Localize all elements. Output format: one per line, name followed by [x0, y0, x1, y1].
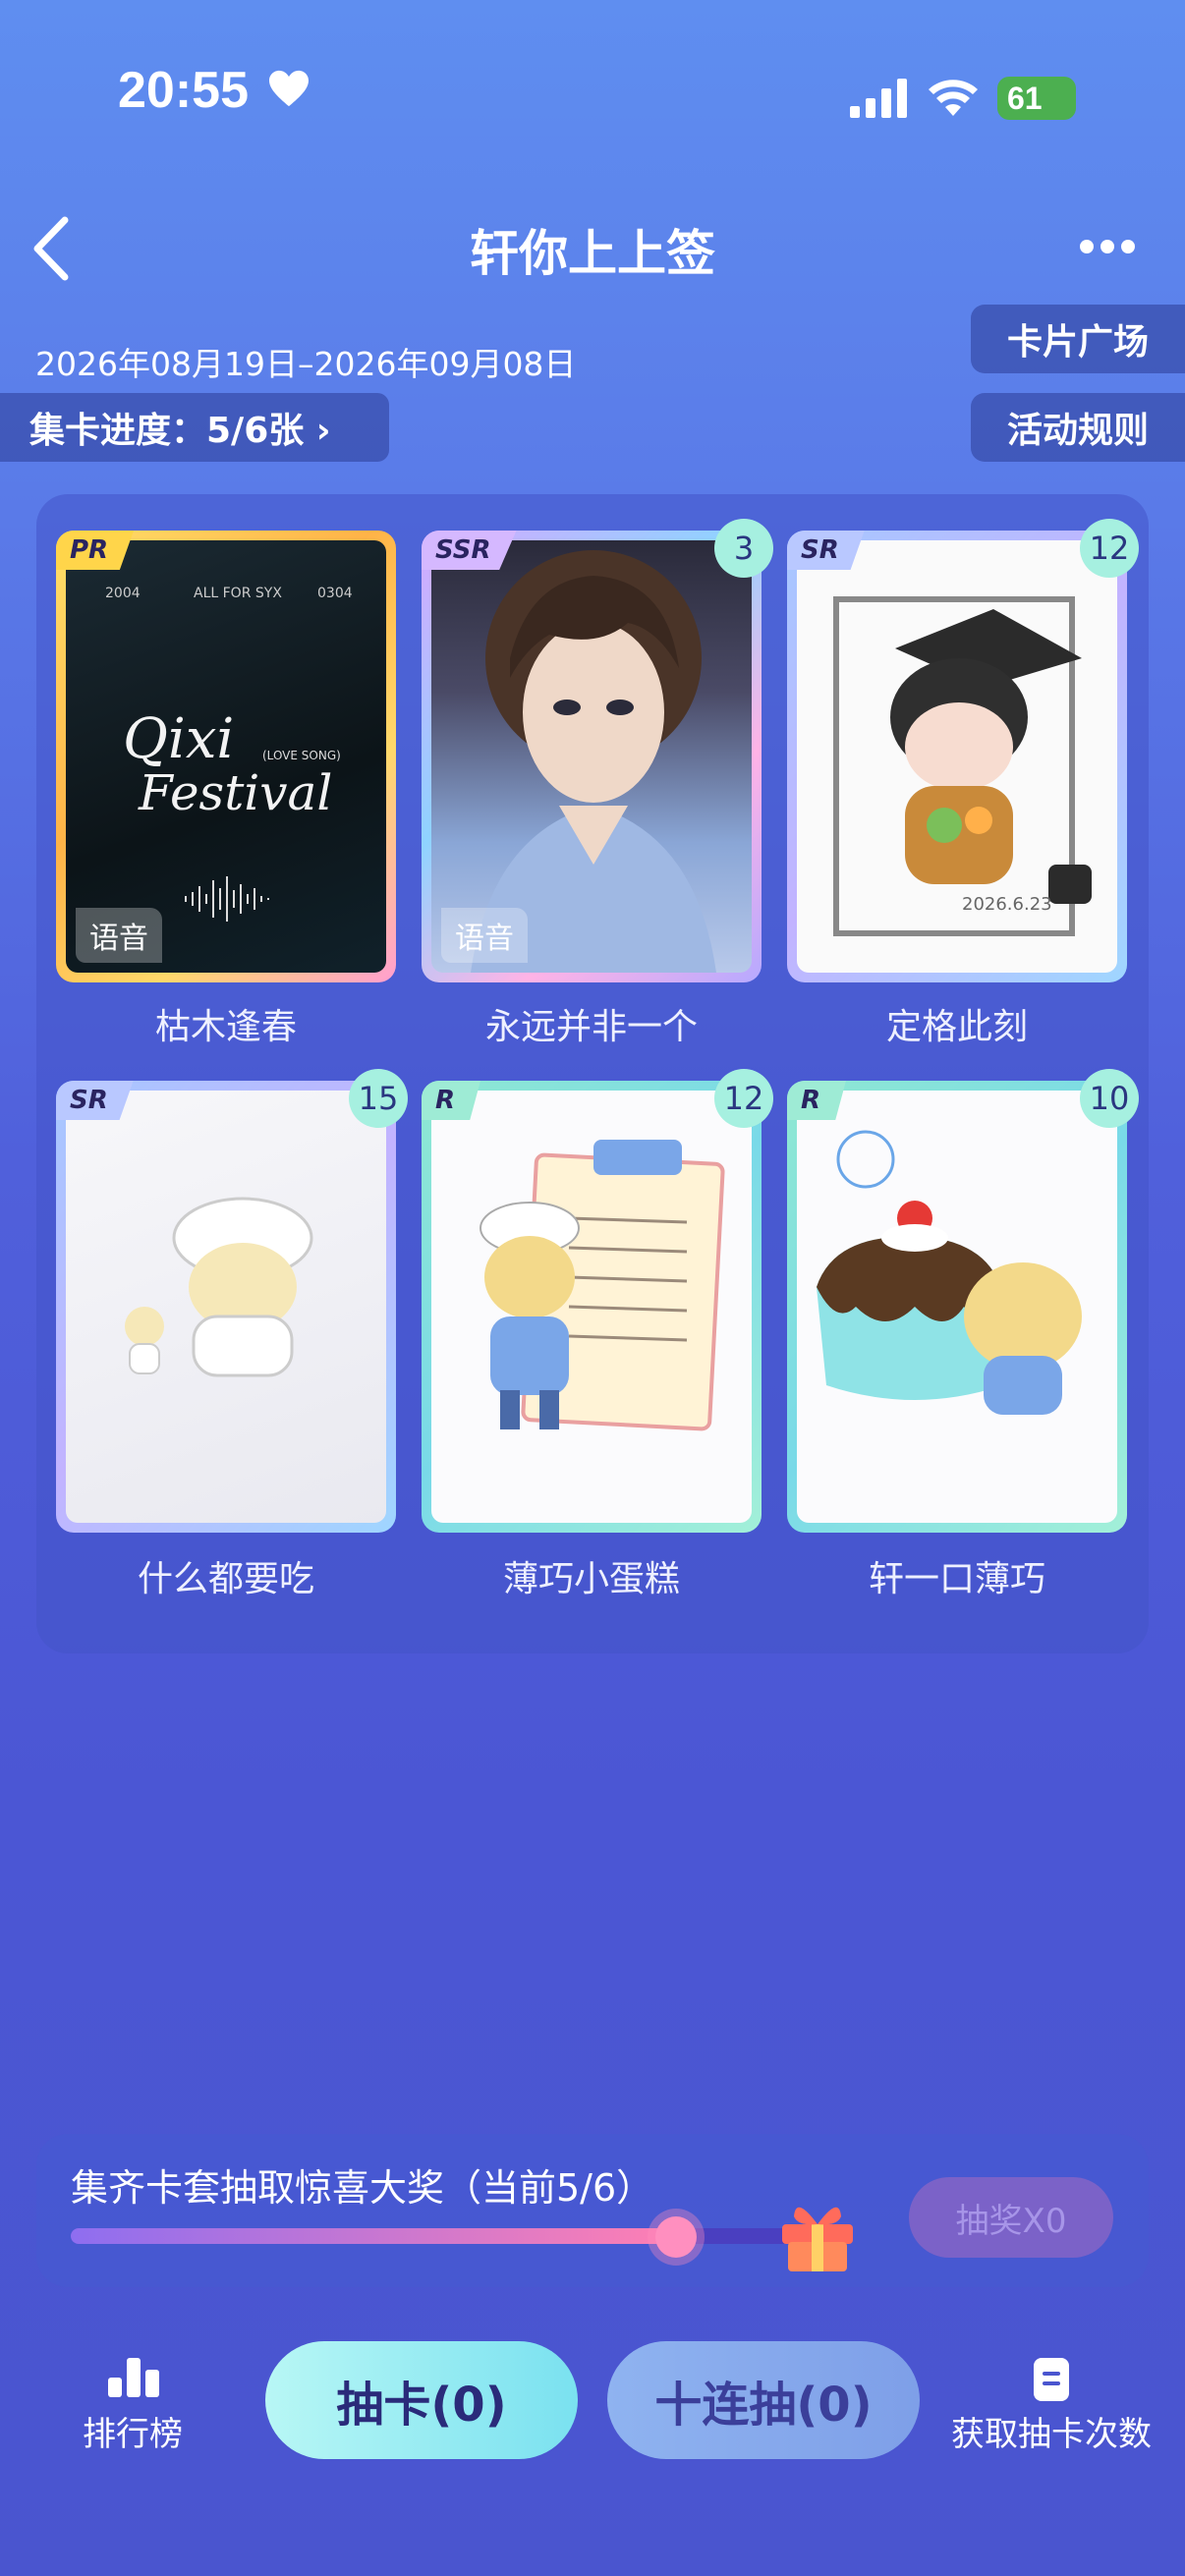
voice-badge: 语音 — [76, 908, 162, 963]
card-subtitle: (LOVE SONG) — [262, 749, 341, 762]
date-range: 2026年08月19日–2026年09月08日 — [35, 345, 577, 383]
chocolate-cake-illustration — [817, 1130, 1082, 1415]
card-count-badge: 12 — [1080, 519, 1139, 578]
card-name: 薄巧小蛋糕 — [502, 1559, 680, 1599]
draw-card-button[interactable]: 抽卡(0) — [265, 2341, 578, 2459]
prize-progress-knob — [655, 2216, 697, 2258]
cake-menu-illustration — [480, 1140, 725, 1431]
card-image: 2026.6.23 — [797, 540, 1117, 973]
prize-text: 集齐卡套抽取惊喜大奖（当前5/6） — [71, 2166, 654, 2210]
card-name: 定格此刻 — [885, 1007, 1028, 1047]
card-title-line1: Qixi — [123, 707, 235, 771]
card-count-badge: 3 — [714, 519, 773, 578]
activity-rules-button[interactable]: 活动规则 — [971, 393, 1185, 462]
page-title: 轩你上上签 — [470, 225, 715, 282]
prize-draw-button[interactable]: 抽奖X0 — [909, 2177, 1113, 2258]
card-image: 语音 — [431, 540, 752, 973]
heart-icon — [269, 70, 309, 107]
card-image — [797, 1091, 1117, 1523]
card-text: ALL FOR SYX — [194, 586, 282, 601]
voice-badge: 语音 — [441, 908, 528, 963]
card-item[interactable]: R 10 — [787, 1069, 1139, 1533]
card-item[interactable]: 2026.6.23 SR 12 — [787, 519, 1139, 982]
card-image — [431, 1091, 752, 1523]
card-image: 2004 ALL FOR SYX 0304 Qixi (LOVE SONG) F… — [66, 540, 386, 973]
battery-icon: 61 — [997, 77, 1076, 120]
wifi-icon — [929, 80, 978, 116]
card-image — [66, 1091, 386, 1523]
card-name: 轩一口薄巧 — [868, 1559, 1045, 1599]
prize-progress-fill — [71, 2228, 676, 2244]
battery-level: 61 — [1007, 81, 1043, 116]
soundwave-icon — [185, 876, 269, 922]
card-name: 枯木逢春 — [154, 1007, 297, 1047]
ten-draw-button[interactable]: 十连抽(0) — [607, 2341, 920, 2459]
card-name: 什么都要吃 — [137, 1559, 314, 1599]
status-time: 20:55 — [118, 62, 249, 119]
get-draws-label[interactable]: 获取抽卡次数 — [943, 2407, 1159, 2455]
rank-icon[interactable] — [106, 2356, 161, 2399]
card-count-badge: 15 — [349, 1069, 408, 1128]
card-text: 0304 — [317, 586, 353, 601]
more-icon[interactable] — [1077, 236, 1138, 257]
document-icon[interactable] — [1034, 2358, 1069, 2401]
card-date-text: 2026.6.23 — [962, 894, 1052, 915]
gift-icon — [782, 2207, 853, 2271]
rank-label[interactable]: 排行榜 — [59, 2407, 206, 2455]
card-title-line2: Festival — [139, 764, 333, 821]
card-square-button[interactable]: 卡片广场 — [971, 305, 1185, 373]
card-item[interactable]: 2004 ALL FOR SYX 0304 Qixi (LOVE SONG) F… — [56, 531, 396, 982]
card-name: 永远并非一个 — [484, 1007, 698, 1047]
card-item[interactable]: R 12 — [422, 1069, 773, 1533]
signal-icon — [850, 79, 907, 118]
card-item[interactable]: SR 15 — [56, 1069, 408, 1533]
card-count-badge: 10 — [1080, 1069, 1139, 1128]
graduation-illustration — [833, 596, 1092, 936]
card-text: 2004 — [105, 586, 141, 601]
card-item[interactable]: 语音 SSR 3 — [422, 519, 773, 982]
collection-progress-button[interactable]: 集卡进度：5/6张 › — [0, 393, 389, 462]
card-count-badge: 12 — [714, 1069, 773, 1128]
chef-illustration — [125, 1197, 313, 1377]
